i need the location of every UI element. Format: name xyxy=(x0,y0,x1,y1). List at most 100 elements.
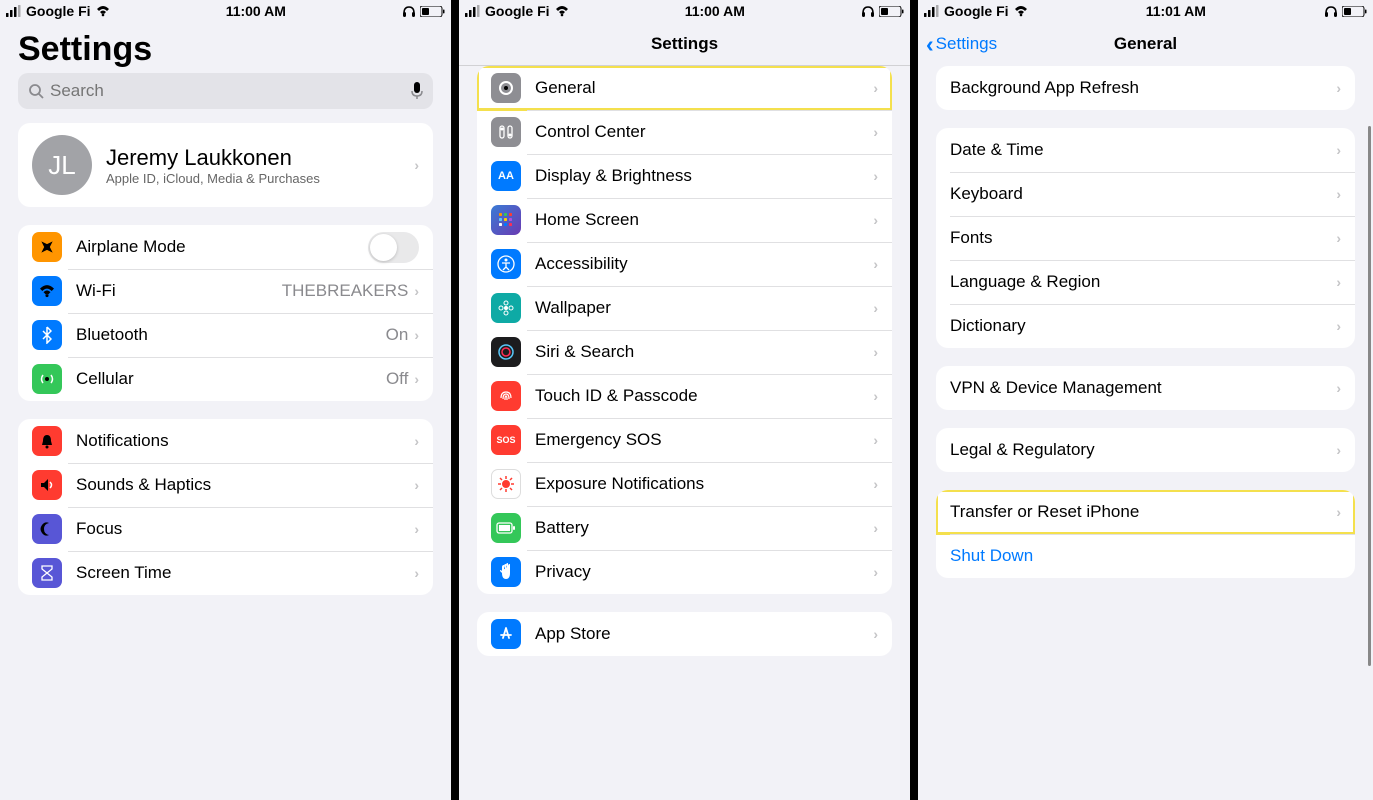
fonts-row[interactable]: Fonts › xyxy=(936,216,1355,260)
back-button[interactable]: ‹ Settings xyxy=(926,33,997,56)
avatar: JL xyxy=(32,135,92,195)
accessibility-row[interactable]: Accessibility › xyxy=(477,242,892,286)
focus-row[interactable]: Focus › xyxy=(18,507,433,551)
wifi-icon xyxy=(555,5,569,17)
flower-icon xyxy=(491,293,521,323)
search-icon xyxy=(28,83,44,99)
vpn-row[interactable]: VPN & Device Management › xyxy=(936,366,1355,410)
chevron-right-icon: › xyxy=(873,124,878,140)
chevron-right-icon: › xyxy=(873,212,878,228)
clock: 11:01 AM xyxy=(1146,3,1206,19)
profile-sub: Apple ID, iCloud, Media & Purchases xyxy=(106,171,346,186)
chevron-right-icon: › xyxy=(873,256,878,272)
chevron-right-icon: › xyxy=(414,477,419,493)
chevron-right-icon: › xyxy=(873,432,878,448)
background-refresh-row[interactable]: Background App Refresh › xyxy=(936,66,1355,110)
language-row[interactable]: Language & Region › xyxy=(936,260,1355,304)
wallpaper-row[interactable]: Wallpaper › xyxy=(477,286,892,330)
privacy-row[interactable]: Privacy › xyxy=(477,550,892,594)
wifi-icon xyxy=(1014,5,1028,17)
display-row[interactable]: AA Display & Brightness › xyxy=(477,154,892,198)
chevron-right-icon: › xyxy=(414,157,419,173)
chevron-right-icon: › xyxy=(1336,274,1341,290)
transfer-reset-row[interactable]: Transfer or Reset iPhone › xyxy=(936,490,1355,534)
app-store-row[interactable]: App Store › xyxy=(477,612,892,656)
hourglass-icon xyxy=(32,558,62,588)
touch-id-row[interactable]: Touch ID & Passcode › xyxy=(477,374,892,418)
control-center-row[interactable]: Control Center › xyxy=(477,110,892,154)
general-settings-screen: Google Fi 11:01 AM ‹ Settings General Ba… xyxy=(918,0,1373,800)
headphones-icon xyxy=(1324,5,1338,18)
dictionary-row[interactable]: Dictionary › xyxy=(936,304,1355,348)
mic-icon[interactable] xyxy=(411,82,423,100)
sounds-row[interactable]: Sounds & Haptics › xyxy=(18,463,433,507)
text-size-icon: AA xyxy=(491,161,521,191)
carrier-label: Google Fi xyxy=(485,3,550,19)
accessibility-icon xyxy=(491,249,521,279)
keyboard-row[interactable]: Keyboard › xyxy=(936,172,1355,216)
hand-icon xyxy=(491,557,521,587)
notifications-row[interactable]: Notifications › xyxy=(18,419,433,463)
bluetooth-icon xyxy=(32,320,62,350)
wifi-row[interactable]: Wi-Fi THEBREAKERS › xyxy=(18,269,433,313)
headphones-icon xyxy=(402,5,416,18)
general-row[interactable]: General › xyxy=(477,66,892,110)
battery-row[interactable]: Battery › xyxy=(477,506,892,550)
chevron-right-icon: › xyxy=(1336,186,1341,202)
airplane-mode-row[interactable]: Airplane Mode xyxy=(18,225,433,269)
exposure-row[interactable]: Exposure Notifications › xyxy=(477,462,892,506)
signal-icon xyxy=(924,5,939,17)
nav-bar: ‹ Settings General xyxy=(918,22,1373,66)
chevron-right-icon: › xyxy=(414,521,419,537)
nav-bar: Settings xyxy=(459,22,910,66)
virus-icon xyxy=(491,469,521,499)
chevron-right-icon: › xyxy=(414,283,419,299)
settings-list-screen: Google Fi 11:00 AM Settings General › Co… xyxy=(459,0,910,800)
apple-id-row[interactable]: JL Jeremy Laukkonen Apple ID, iCloud, Me… xyxy=(18,123,433,207)
chevron-right-icon: › xyxy=(414,565,419,581)
signal-icon xyxy=(6,5,21,17)
speaker-icon xyxy=(32,470,62,500)
chevron-right-icon: › xyxy=(1336,142,1341,158)
settings-root-screen: Google Fi 11:00 AM Settings JL Jeremy La… xyxy=(0,0,451,800)
battery-icon xyxy=(1342,6,1367,17)
status-bar: Google Fi 11:01 AM xyxy=(918,0,1373,22)
home-screen-row[interactable]: Home Screen › xyxy=(477,198,892,242)
chevron-right-icon: › xyxy=(1336,80,1341,96)
airplane-toggle[interactable] xyxy=(368,232,419,263)
bluetooth-row[interactable]: Bluetooth On › xyxy=(18,313,433,357)
shut-down-row[interactable]: Shut Down xyxy=(936,534,1355,578)
wifi-icon xyxy=(96,5,110,17)
chevron-right-icon: › xyxy=(873,564,878,580)
chevron-right-icon: › xyxy=(414,433,419,449)
siri-icon xyxy=(491,337,521,367)
signal-icon xyxy=(465,5,480,17)
legal-row[interactable]: Legal & Regulatory › xyxy=(936,428,1355,472)
battery-icon xyxy=(491,513,521,543)
sos-row[interactable]: SOS Emergency SOS › xyxy=(477,418,892,462)
nav-title: Settings xyxy=(651,34,718,54)
airplane-icon xyxy=(32,232,62,262)
search-field[interactable] xyxy=(18,73,433,109)
carrier-label: Google Fi xyxy=(944,3,1009,19)
chevron-right-icon: › xyxy=(873,476,878,492)
siri-row[interactable]: Siri & Search › xyxy=(477,330,892,374)
battery-icon xyxy=(420,6,445,17)
chevron-right-icon: › xyxy=(414,371,419,387)
status-bar: Google Fi 11:00 AM xyxy=(0,0,451,22)
nav-title: General xyxy=(1114,34,1177,54)
search-input[interactable] xyxy=(50,81,405,101)
clock: 11:00 AM xyxy=(685,3,745,19)
chevron-right-icon: › xyxy=(1336,442,1341,458)
screen-time-row[interactable]: Screen Time › xyxy=(18,551,433,595)
chevron-right-icon: › xyxy=(873,80,878,96)
scrollbar-thumb[interactable] xyxy=(1368,126,1371,666)
chevron-right-icon: › xyxy=(873,300,878,316)
sliders-icon xyxy=(491,117,521,147)
chevron-left-icon: ‹ xyxy=(926,33,934,56)
date-time-row[interactable]: Date & Time › xyxy=(936,128,1355,172)
gear-icon xyxy=(491,73,521,103)
cellular-row[interactable]: Cellular Off › xyxy=(18,357,433,401)
chevron-right-icon: › xyxy=(873,520,878,536)
status-bar: Google Fi 11:00 AM xyxy=(459,0,910,22)
